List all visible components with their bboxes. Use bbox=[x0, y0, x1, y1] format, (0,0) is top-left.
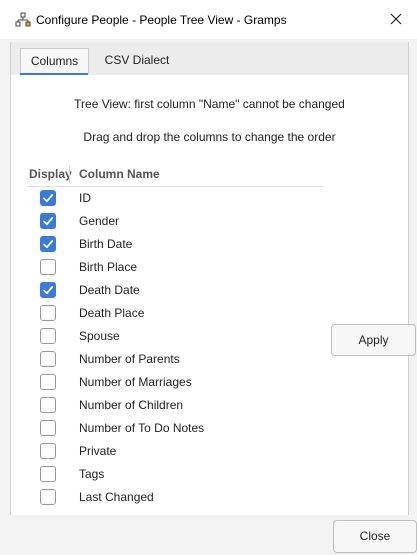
info-text-1: Tree View: first column "Name" cannot be… bbox=[74, 97, 345, 111]
column-row[interactable]: Birth Place bbox=[11, 256, 331, 279]
tab-bar: Columns CSV Dialect bbox=[11, 42, 408, 75]
tree-icon bbox=[15, 12, 31, 27]
checkbox-unchecked[interactable] bbox=[40, 374, 56, 390]
column-row[interactable]: Number of Marriages bbox=[11, 371, 331, 394]
checkbox-unchecked[interactable] bbox=[40, 466, 56, 482]
column-name-label: Tags bbox=[79, 467, 105, 481]
column-row[interactable]: Gender bbox=[11, 210, 331, 233]
checkmark-icon bbox=[43, 217, 54, 226]
column-name-label: Death Place bbox=[79, 306, 145, 320]
column-row[interactable]: Death Date bbox=[11, 279, 331, 302]
column-row[interactable]: Last Changed bbox=[11, 486, 331, 509]
column-row[interactable]: ID bbox=[11, 187, 331, 210]
tab-columns[interactable]: Columns bbox=[20, 48, 89, 73]
close-button[interactable]: Close bbox=[333, 520, 417, 553]
checkbox-unchecked[interactable] bbox=[40, 351, 56, 367]
checkmark-icon bbox=[43, 286, 54, 295]
column-name-label: Number of Marriages bbox=[79, 375, 192, 389]
column-name-label: ID bbox=[79, 191, 91, 205]
active-tab-indicator bbox=[20, 73, 88, 75]
column-name-label: Number of Parents bbox=[79, 352, 180, 366]
column-name-label: Private bbox=[79, 444, 117, 458]
column-name-label: Birth Date bbox=[79, 237, 133, 251]
checkmark-icon bbox=[43, 240, 54, 249]
checkbox-unchecked[interactable] bbox=[40, 259, 56, 275]
close-icon[interactable] bbox=[385, 8, 407, 30]
apply-button-label: Apply bbox=[358, 333, 389, 347]
apply-button[interactable]: Apply bbox=[331, 324, 416, 356]
column-row[interactable]: Death Place bbox=[11, 302, 331, 325]
close-button-label: Close bbox=[359, 529, 391, 543]
checkbox-checked[interactable] bbox=[40, 213, 56, 229]
header-display[interactable]: Display bbox=[29, 167, 72, 181]
tab-csv-dialect[interactable]: CSV Dialect bbox=[97, 48, 177, 72]
column-row[interactable]: Number of To Do Notes bbox=[11, 417, 331, 440]
checkbox-checked[interactable] bbox=[40, 236, 56, 252]
column-row[interactable]: Number of Parents bbox=[11, 348, 331, 371]
title-bar: Configure People - People Tree View - Gr… bbox=[0, 0, 417, 39]
checkbox-checked[interactable] bbox=[40, 282, 56, 298]
dialog-body: Columns CSV Dialect Tree View: first col… bbox=[0, 39, 417, 555]
column-row[interactable]: Number of Children bbox=[11, 394, 331, 417]
checkbox-checked[interactable] bbox=[40, 190, 56, 206]
column-row[interactable]: Birth Date bbox=[11, 233, 331, 256]
column-name-label: Number of To Do Notes bbox=[79, 421, 205, 435]
checkbox-unchecked[interactable] bbox=[40, 305, 56, 321]
column-row[interactable]: Private bbox=[11, 440, 331, 463]
checkmark-icon bbox=[43, 194, 54, 203]
column-name-label: Spouse bbox=[79, 329, 120, 343]
column-name-label: Death Date bbox=[79, 283, 140, 297]
checkbox-unchecked[interactable] bbox=[40, 489, 56, 505]
column-name-label: Gender bbox=[79, 214, 120, 228]
column-name-label: Last Changed bbox=[79, 490, 154, 504]
header-separator bbox=[69, 166, 70, 183]
tab-columns-label: Columns bbox=[30, 54, 79, 68]
column-row[interactable]: Spouse bbox=[11, 325, 331, 348]
checkbox-unchecked[interactable] bbox=[40, 443, 56, 459]
checkbox-unchecked[interactable] bbox=[40, 420, 56, 436]
tab-csv-dialect-label: CSV Dialect bbox=[104, 53, 170, 67]
checkbox-unchecked[interactable] bbox=[40, 328, 56, 344]
checkbox-unchecked[interactable] bbox=[40, 397, 56, 413]
column-name-label: Number of Children bbox=[79, 398, 184, 412]
window-title: Configure People - People Tree View - Gr… bbox=[36, 13, 287, 27]
column-row[interactable]: Tags bbox=[11, 463, 331, 486]
notebook: Columns CSV Dialect Tree View: first col… bbox=[10, 42, 409, 515]
info-text-2: Drag and drop the columns to change the … bbox=[83, 130, 336, 144]
column-name-label: Birth Place bbox=[79, 260, 138, 274]
header-column-name[interactable]: Column Name bbox=[79, 167, 160, 181]
